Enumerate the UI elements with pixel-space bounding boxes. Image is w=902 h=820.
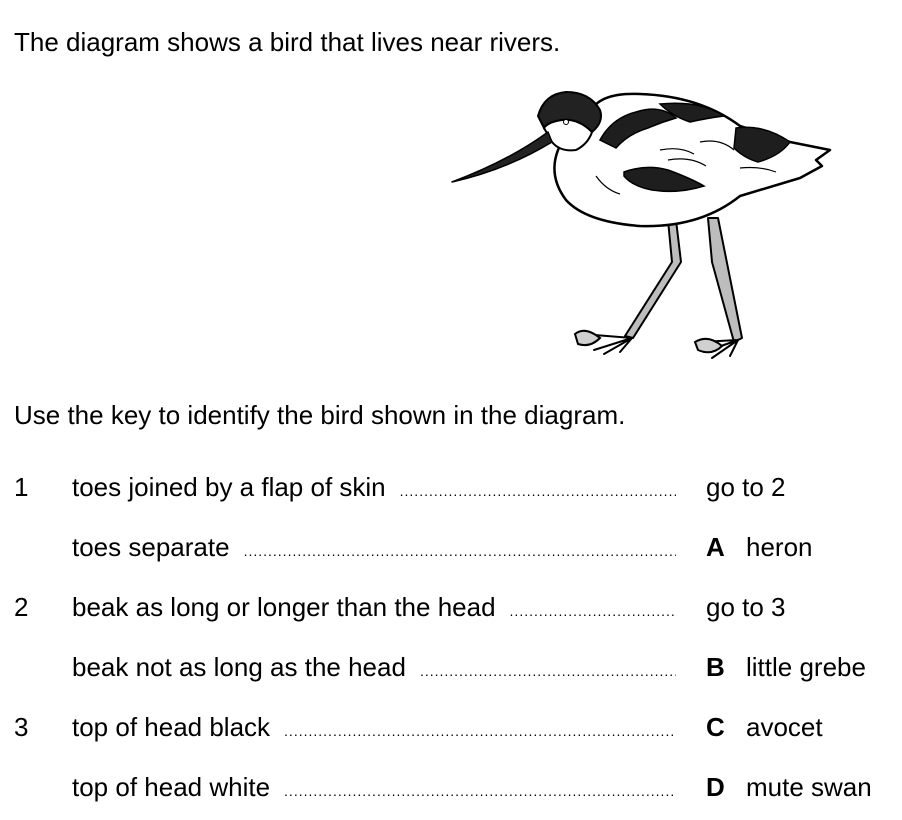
avocet-bird-illustration [451,90,832,359]
key-letter: D [706,772,725,802]
intro-text: The diagram shows a bird that lives near… [14,27,561,57]
key-description: top of head white [72,772,271,802]
key-description: toes joined by a flap of skin [72,472,386,502]
key-row: 2 beak as long or longer than the head..… [0,590,902,624]
key-result: go to 2 [706,472,786,502]
key-result: go to 3 [706,592,786,622]
key-row: beak not as long as the head............… [0,650,902,684]
key-description: top of head black [72,712,271,742]
key-step-number: 2 [14,592,29,622]
key-row: top of head white.......................… [0,770,902,804]
leader-dots: ........................................… [284,723,676,739]
key-result: little grebe [746,652,866,682]
key-step-number: 1 [14,472,29,502]
instruction-text: Use the key to identify the bird shown i… [14,400,626,430]
key-result: avocet [746,712,823,742]
key-row: 3 top of head black.....................… [0,710,902,744]
leader-dots: ........................................… [243,543,676,559]
key-result: mute swan [746,772,872,802]
key-letter: A [706,532,725,562]
key-row: 1 toes joined by a flap of skin.........… [0,470,902,504]
key-row: toes separate...........................… [0,530,902,564]
leader-dots: ........................................… [284,783,676,799]
key-result: heron [746,532,813,562]
key-letter: C [706,712,725,742]
key-description: beak as long or longer than the head [72,592,496,622]
leader-dots: ........................................… [399,483,676,499]
key-description: beak not as long as the head [72,652,406,682]
key-description: toes separate [72,532,230,562]
key-letter: B [706,652,725,682]
leader-dots: ........................................… [509,603,676,619]
leader-dots: ........................................… [419,663,676,679]
key-step-number: 3 [14,712,29,742]
